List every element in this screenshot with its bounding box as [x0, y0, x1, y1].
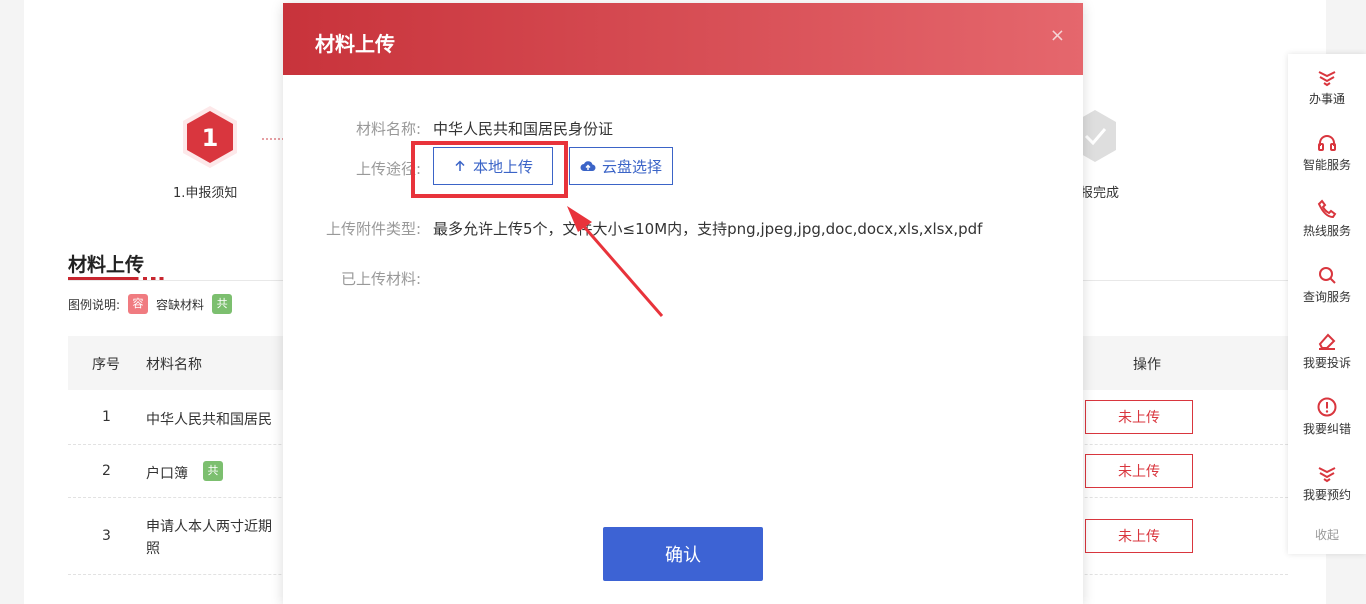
material-name-value: 中华人民共和国居民身份证 — [433, 120, 614, 138]
legend-text-rong: 容缺材料 — [156, 297, 205, 312]
legend-label: 图例说明: — [68, 297, 121, 312]
step-1-hex-icon: 1 — [183, 106, 237, 168]
sidebar-label: 查询服务 — [1302, 290, 1351, 304]
highlight-box — [411, 141, 568, 198]
sidebar-label: 办事通 — [1308, 92, 1345, 106]
row-name: 中华人民共和国居民 — [146, 412, 272, 428]
sidebar-item-complaint[interactable]: 我要投诉 — [1288, 330, 1366, 371]
material-name-label: 材料名称: — [355, 120, 421, 138]
cloud-upload-icon — [580, 161, 596, 172]
step-1-label: 1.申报须知 — [173, 186, 238, 201]
row-tag-gong: 共 — [203, 461, 223, 481]
sidebar-label: 热线服务 — [1302, 224, 1351, 238]
upload-route-label: 上传途径: — [355, 160, 421, 178]
attachment-type-label: 上传附件类型: — [325, 220, 421, 238]
uploaded-materials-label: 已上传材料: — [340, 270, 421, 288]
sidebar-collapse-button[interactable]: 收起 — [1288, 526, 1366, 543]
row-name-line1: 申请人本人两寸近期 — [146, 519, 272, 535]
cloud-select-label: 云盘选择 — [601, 157, 662, 176]
phone-icon — [1317, 199, 1337, 219]
row-name: 户口簿 — [146, 466, 188, 482]
step-last-label: 报完成 — [1080, 186, 1120, 201]
right-sidebar: 办事通 智能服务 热线服务 查询服务 我要投诉 我要纠错 我要预约 收起 — [1288, 54, 1366, 554]
attachment-type-value: 最多允许上传5个，文件大小≤10M内，支持png,jpeg,jpg,doc,do… — [433, 220, 983, 238]
alert-icon — [1317, 397, 1337, 417]
eraser-icon — [1318, 333, 1336, 350]
sidebar-item-banshitong[interactable]: 办事通 — [1288, 66, 1366, 107]
handshake-icon — [1318, 71, 1336, 87]
sidebar-label: 智能服务 — [1302, 158, 1351, 172]
sidebar-item-query[interactable]: 查询服务 — [1288, 264, 1366, 305]
legend-tag-gong: 共 — [212, 294, 233, 314]
sidebar-label: 我要预约 — [1302, 488, 1351, 502]
modal-title: 材料上传 — [315, 32, 395, 56]
handshake-icon — [1318, 467, 1336, 483]
modal-header: 材料上传 × — [283, 3, 1083, 75]
header-name: 材料名称 — [146, 357, 202, 373]
confirm-button[interactable]: 确认 — [603, 527, 763, 581]
headset-icon — [1318, 135, 1336, 151]
cloud-select-button[interactable]: 云盘选择 — [569, 147, 673, 185]
section-title: 材料上传 — [68, 254, 145, 276]
sidebar-item-correction[interactable]: 我要纠错 — [1288, 396, 1366, 437]
row-name-line2: 照 — [146, 541, 160, 557]
header-index: 序号 — [92, 357, 120, 373]
sidebar-item-smart-service[interactable]: 智能服务 — [1288, 132, 1366, 173]
search-icon — [1319, 267, 1336, 284]
legend: 图例说明: 容 容缺材料 共 — [68, 294, 233, 314]
legend-tag-rong: 容 — [128, 294, 149, 314]
upload-status-button[interactable]: 未上传 — [1085, 400, 1193, 434]
sidebar-label: 我要纠错 — [1302, 422, 1351, 436]
upload-modal: 材料上传 × 材料名称: 中华人民共和国居民身份证 上传途径: 本地上传 云盘选… — [283, 3, 1083, 604]
close-icon[interactable]: × — [1050, 25, 1065, 46]
header-action: 操作 — [1133, 357, 1161, 373]
row-index: 2 — [102, 463, 111, 479]
upload-status-button[interactable]: 未上传 — [1085, 454, 1193, 488]
sidebar-label: 我要投诉 — [1302, 356, 1351, 370]
upload-status-button[interactable]: 未上传 — [1085, 519, 1193, 553]
row-index: 1 — [102, 409, 111, 425]
row-index: 3 — [102, 528, 111, 544]
sidebar-item-hotline[interactable]: 热线服务 — [1288, 198, 1366, 239]
sidebar-item-appointment[interactable]: 我要预约 — [1288, 462, 1366, 503]
step-1-number: 1 — [202, 124, 219, 152]
step-connector — [262, 138, 284, 140]
